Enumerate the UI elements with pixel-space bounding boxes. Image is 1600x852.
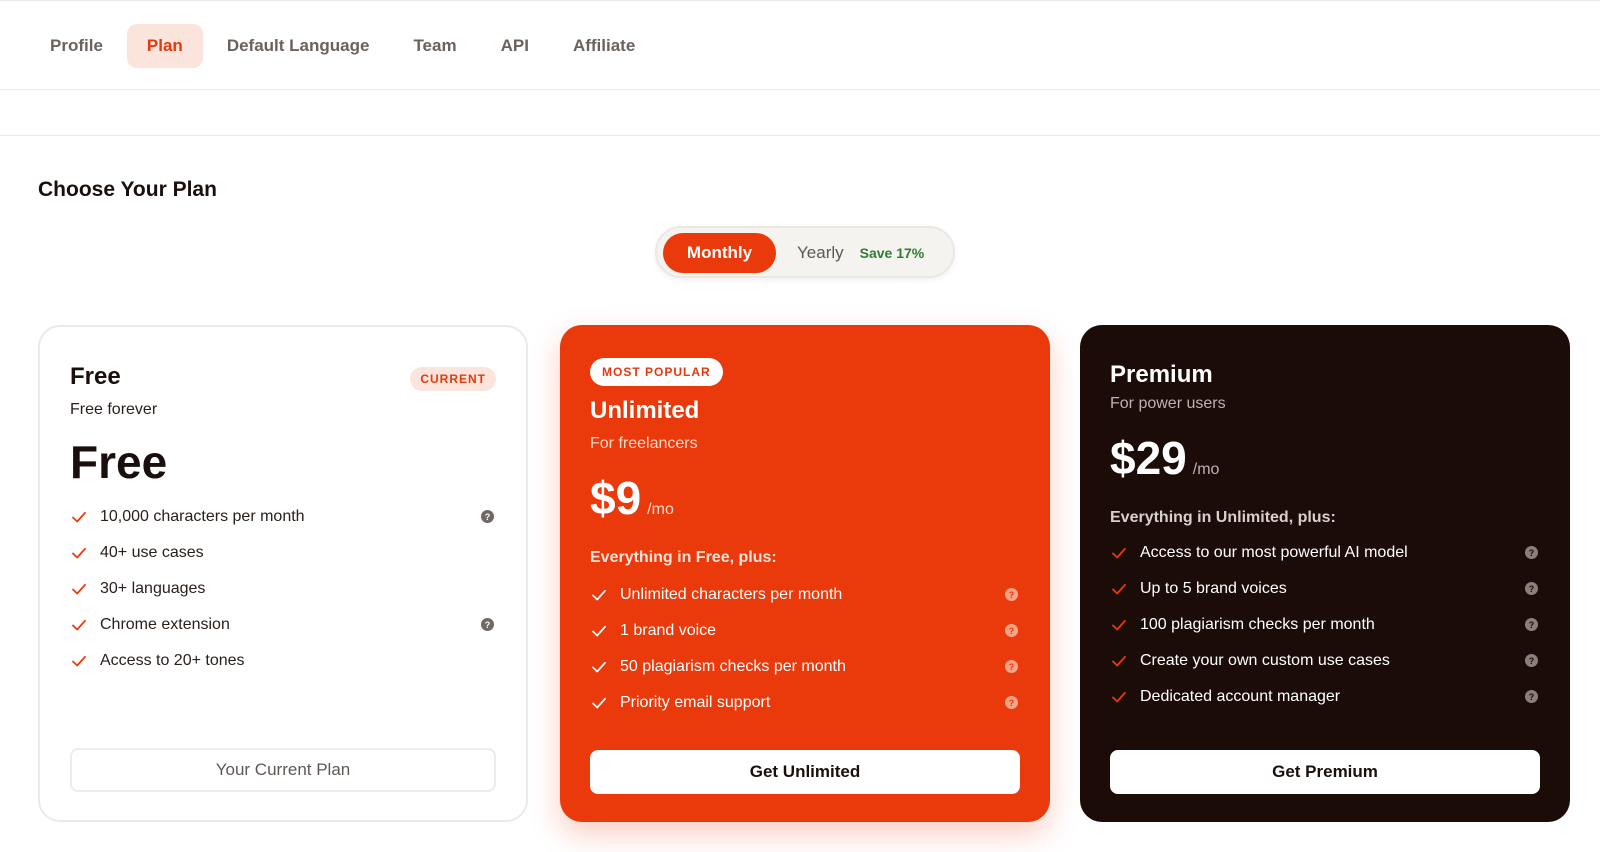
help-icon[interactable]: ? <box>481 618 494 631</box>
tab-profile[interactable]: Profile <box>30 24 123 68</box>
check-icon <box>1112 583 1126 595</box>
check-icon <box>72 511 86 523</box>
check-icon <box>1112 655 1126 667</box>
plan-price: $9 <box>590 472 642 524</box>
help-icon[interactable]: ? <box>1525 546 1538 559</box>
plan-name: Premium <box>1110 361 1213 388</box>
billing-toggle: Monthly Yearly Save 17% <box>655 226 955 278</box>
help-icon[interactable]: ? <box>1005 588 1018 601</box>
yearly-toggle-button[interactable]: Yearly Save 17% <box>797 233 924 273</box>
tab-list: Profile Plan Default Language Team API A… <box>30 24 659 68</box>
check-icon <box>1112 547 1126 559</box>
check-icon <box>72 547 86 559</box>
feature-text: Access to our most powerful AI model <box>1140 544 1408 561</box>
check-icon <box>72 655 86 667</box>
feature-text: Priority email support <box>620 694 771 711</box>
feature-item: Priority email support? <box>590 685 1020 721</box>
current-plan-button[interactable]: Your Current Plan <box>70 748 496 792</box>
save-badge: Save 17% <box>859 245 925 261</box>
feature-text: Unlimited characters per month <box>620 586 843 603</box>
feature-item: Up to 5 brand voices? <box>1110 571 1540 607</box>
feature-item: 40+ use cases <box>70 535 496 571</box>
features-intro: Everything in Free, plus: <box>590 549 777 566</box>
plan-price: $29 <box>1110 432 1187 484</box>
feature-text: Dedicated account manager <box>1140 688 1341 705</box>
tab-api[interactable]: API <box>481 24 549 68</box>
feature-text: Up to 5 brand voices <box>1140 580 1287 597</box>
feature-item: 10,000 characters per month? <box>70 499 496 535</box>
plan-price: Free <box>70 436 168 488</box>
feature-text: 1 brand voice <box>620 622 717 639</box>
check-icon <box>592 661 606 673</box>
help-icon[interactable]: ? <box>1525 654 1538 667</box>
feature-item: Access to 20+ tones <box>70 643 496 679</box>
tab-affiliate[interactable]: Affiliate <box>553 24 655 68</box>
help-icon[interactable]: ? <box>481 510 494 523</box>
feature-text: 40+ use cases <box>100 544 204 561</box>
check-icon <box>592 589 606 601</box>
plan-name: Free <box>70 363 121 390</box>
help-icon[interactable]: ? <box>1525 618 1538 631</box>
plan-subtitle: Free forever <box>70 401 158 418</box>
check-icon <box>72 583 86 595</box>
help-icon[interactable]: ? <box>1525 582 1538 595</box>
feature-item: Unlimited characters per month? <box>590 577 1020 613</box>
current-badge: CURRENT <box>410 367 496 391</box>
plan-card-free: Free CURRENT Free forever Free 10,000 ch… <box>38 325 528 822</box>
check-icon <box>592 625 606 637</box>
price-period: /mo <box>1192 461 1220 478</box>
page-title: Choose Your Plan <box>38 178 217 201</box>
help-icon[interactable]: ? <box>1005 660 1018 673</box>
monthly-toggle-button[interactable]: Monthly <box>663 233 776 273</box>
price-row: $29 /mo <box>1110 431 1219 485</box>
price-row: $9 /mo <box>590 471 674 525</box>
get-premium-button[interactable]: Get Premium <box>1110 750 1540 794</box>
get-unlimited-button[interactable]: Get Unlimited <box>590 750 1020 794</box>
check-icon <box>592 697 606 709</box>
feature-item: 1 brand voice? <box>590 613 1020 649</box>
settings-tab-bar: Profile Plan Default Language Team API A… <box>0 0 1600 90</box>
plan-subtitle: For freelancers <box>590 435 698 452</box>
price-period: /mo <box>647 501 674 518</box>
help-icon[interactable]: ? <box>1525 690 1538 703</box>
feature-text: Create your own custom use cases <box>1140 652 1390 669</box>
feature-item: 30+ languages <box>70 571 496 607</box>
check-icon <box>1112 619 1126 631</box>
plan-name: Unlimited <box>590 397 700 424</box>
divider-band <box>0 90 1600 136</box>
feature-text: Access to 20+ tones <box>100 652 245 669</box>
help-icon[interactable]: ? <box>1005 696 1018 709</box>
plan-card-unlimited: MOST POPULAR Unlimited For freelancers $… <box>560 325 1050 822</box>
feature-item: Dedicated account manager? <box>1110 679 1540 715</box>
feature-item: Chrome extension? <box>70 607 496 643</box>
plan-card-premium: Premium For power users $29 /mo Everythi… <box>1080 325 1570 822</box>
price-row: Free <box>70 435 167 489</box>
feature-list: Access to our most powerful AI model? Up … <box>1110 535 1540 715</box>
check-icon <box>1112 691 1126 703</box>
feature-item: 100 plagiarism checks per month? <box>1110 607 1540 643</box>
feature-list: 10,000 characters per month? 40+ use case… <box>70 499 496 679</box>
features-intro: Everything in Unlimited, plus: <box>1110 509 1336 526</box>
feature-item: Access to our most powerful AI model? <box>1110 535 1540 571</box>
feature-text: 30+ languages <box>100 580 206 597</box>
feature-text: 10,000 characters per month <box>100 508 305 525</box>
feature-text: 50 plagiarism checks per month <box>620 658 846 675</box>
feature-list: Unlimited characters per month? 1 brand v… <box>590 577 1020 721</box>
yearly-label: Yearly <box>797 243 844 262</box>
tab-team[interactable]: Team <box>393 24 476 68</box>
feature-text: Chrome extension <box>100 616 230 633</box>
feature-item: 50 plagiarism checks per month? <box>590 649 1020 685</box>
tab-plan[interactable]: Plan <box>126 24 203 68</box>
check-icon <box>72 619 86 631</box>
feature-item: Create your own custom use cases? <box>1110 643 1540 679</box>
tab-default-language[interactable]: Default Language <box>207 24 390 68</box>
most-popular-badge: MOST POPULAR <box>590 358 723 386</box>
plan-subtitle: For power users <box>1110 395 1226 412</box>
help-icon[interactable]: ? <box>1005 624 1018 637</box>
feature-text: 100 plagiarism checks per month <box>1140 616 1375 633</box>
